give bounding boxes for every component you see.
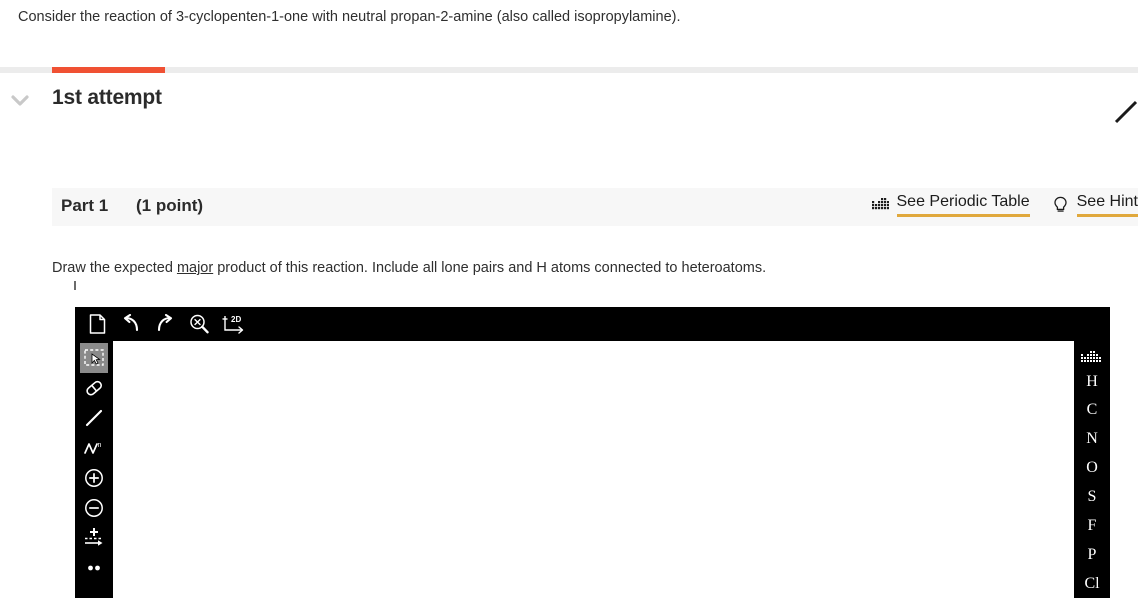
element-button-o[interactable]: O [1076,454,1108,483]
part-instruction: Draw the expected major product of this … [52,257,766,279]
redo-arrow-icon[interactable] [151,311,179,337]
zigzag-chain-icon[interactable]: n [80,433,108,463]
eraser-icon[interactable] [80,373,108,403]
attempt-title: 1st attempt [52,86,162,109]
editor-toolbar: 2D [75,307,1110,340]
2d-axes-icon[interactable]: 2D [219,311,247,337]
editor-tool-palette: n [75,340,112,598]
part-label: Part 1 [61,196,109,215]
element-palette: H C N O S F P Cl [1074,340,1110,598]
magnifier-x-icon[interactable] [185,311,213,337]
marquee-select-icon[interactable] [79,343,108,373]
instruction-after: product of this reaction. Include all lo… [213,260,767,276]
lightbulb-icon [1052,195,1070,215]
element-button-n[interactable]: N [1076,425,1108,454]
attempt-progress-fill [52,67,165,73]
circle-minus-icon[interactable] [80,493,108,523]
question-prompt: Consider the reaction of 3-cyclopenten-1… [18,9,681,25]
molecule-drawing-editor: 2D n H C N O S F P Cl [75,307,1110,598]
see-periodic-table-button[interactable]: See Periodic Table [872,193,1030,217]
banner-actions: See Periodic Table See Hint [872,193,1138,217]
see-periodic-table-label: See Periodic Table [896,193,1030,217]
instruction-before: Draw the expected [52,260,177,276]
two-dots-icon[interactable] [80,553,108,583]
part-points: (1 point) [136,196,204,215]
see-hint-button[interactable]: See Hint [1052,193,1138,217]
see-hint-label: See Hint [1076,193,1138,217]
element-button-cl[interactable]: Cl [1076,569,1108,598]
element-button-s[interactable]: S [1076,483,1108,512]
undo-arrow-icon[interactable] [117,311,145,337]
svg-text:n: n [97,442,101,449]
text-caret [74,281,76,290]
element-button-h[interactable]: H [1076,367,1108,396]
bond-line-icon[interactable] [80,403,108,433]
attempt-header: 1st attempt [0,86,1138,128]
circle-plus-icon[interactable] [80,463,108,493]
instruction-emphasis: major [176,260,214,276]
attempt-progress-track [0,67,1138,73]
part-banner: Part 1 (1 point) See Periodic Table See … [52,188,1138,226]
pencil-icon[interactable] [1114,98,1138,124]
drawing-canvas[interactable] [113,341,1074,598]
element-button-p[interactable]: P [1076,540,1108,569]
plus-arrow-icon[interactable] [80,523,108,553]
svg-text:2D: 2D [231,315,241,324]
periodic-table-icon[interactable] [1076,346,1108,367]
periodic-table-icon [872,195,890,215]
document-icon[interactable] [83,311,111,337]
element-button-c[interactable]: C [1076,396,1108,425]
chevron-down-icon[interactable] [8,89,32,113]
element-button-f[interactable]: F [1076,511,1108,540]
